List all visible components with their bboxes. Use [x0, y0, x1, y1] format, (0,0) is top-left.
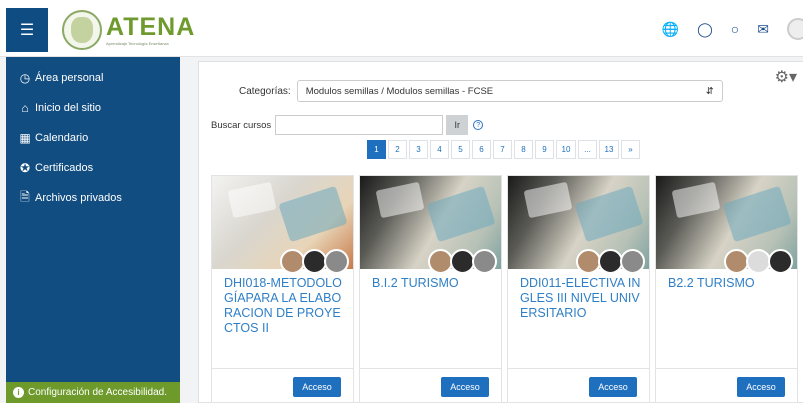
sidebar-item-label: Certificados — [35, 162, 94, 174]
sidebar-item-label: Área personal — [35, 72, 104, 84]
page-link[interactable]: 7 — [493, 140, 512, 159]
page-link[interactable]: 8 — [514, 140, 533, 159]
course-card: B2.2 TURISMO Acceso — [655, 175, 798, 403]
access-button[interactable]: Acceso — [441, 377, 489, 397]
course-card: B.I.2 TURISMO Acceso — [359, 175, 502, 403]
access-button[interactable]: Acceso — [293, 377, 341, 397]
accessibility-settings-bar[interactable]: i Configuración de Accesibilidad. — [6, 382, 180, 403]
sidebar-item-certificados[interactable]: ✪ Certificados — [6, 153, 180, 183]
course-card: DDI011-ELECTIVA INGLES III NIVEL UNIVERS… — [507, 175, 650, 403]
card-footer: Acceso — [656, 368, 797, 402]
logo-title: ATENA — [106, 12, 196, 41]
search-label: Buscar cursos — [211, 119, 272, 131]
next-page-link[interactable]: » — [621, 140, 640, 159]
page-link[interactable]: 5 — [451, 140, 470, 159]
gear-icon[interactable]: ⚙▾ — [775, 67, 797, 87]
chevron-updown-icon: ⇵ — [705, 85, 714, 97]
page-link[interactable]: 13 — [599, 140, 619, 159]
user-avatar[interactable] — [787, 18, 803, 40]
site-logo[interactable]: ATENA Aprendizaje Tecnología Enseñanza — [62, 10, 195, 50]
access-button[interactable]: Acceso — [737, 377, 785, 397]
sidebar-item-archivos[interactable]: 🗎 Archivos privados — [6, 183, 180, 213]
top-navbar: ☰ ATENA Aprendizaje Tecnología Enseñanza… — [0, 0, 803, 57]
sidebar-item-calendario[interactable]: ▦ Calendario — [6, 123, 180, 153]
search-button[interactable]: Ir — [446, 115, 469, 135]
menu-toggle-button[interactable]: ☰ — [6, 8, 48, 52]
page-ellipsis: ... — [578, 140, 597, 159]
search-input[interactable] — [275, 115, 444, 135]
calendar-icon: ▦ — [19, 131, 31, 145]
sidebar-item-area-personal[interactable]: ◷ Área personal — [6, 63, 180, 93]
page-link[interactable]: 6 — [472, 140, 491, 159]
page-link[interactable]: 2 — [388, 140, 407, 159]
teacher-avatar[interactable] — [620, 249, 645, 274]
certificate-icon: ✪ — [19, 161, 31, 175]
globe-icon[interactable]: 🌐 — [662, 21, 679, 38]
sidebar-item-label: Calendario — [35, 132, 89, 144]
sidebar-item-inicio[interactable]: ⌂ Inicio del sitio — [6, 93, 180, 123]
category-label: Categorías: — [239, 85, 291, 97]
teacher-avatar[interactable] — [472, 249, 497, 274]
category-select[interactable]: Modulos semillas / Modulos semillas - FC… — [296, 80, 723, 102]
card-footer: Acceso — [360, 368, 501, 402]
logo-tagline: Aprendizaje Tecnología Enseñanza — [106, 40, 169, 46]
course-title-link[interactable]: DHI018-METODOLOGÍAPARA LA ELABORACION DE… — [224, 276, 349, 336]
sidebar-item-label: Inicio del sitio — [35, 102, 102, 114]
course-title-link[interactable]: B.I.2 TURISMO — [372, 276, 497, 291]
card-footer: Acceso — [508, 368, 649, 402]
search-row: Buscar cursos Ir ? — [211, 115, 484, 135]
page-link[interactable]: 1 — [367, 140, 386, 159]
course-list: DHI018-METODOLOGÍAPARA LA ELABORACION DE… — [211, 175, 798, 403]
accessibility-label: Configuración de Accesibilidad. — [28, 387, 167, 398]
page-link[interactable]: 10 — [556, 140, 576, 159]
category-value: Modulos semillas / Modulos semillas - FC… — [305, 85, 494, 97]
files-icon: 🗎 — [20, 189, 30, 204]
home-icon: ⌂ — [21, 101, 29, 115]
teacher-avatar[interactable] — [768, 249, 793, 274]
teacher-avatars — [724, 249, 793, 274]
pagination: 1 2 3 4 5 6 7 8 9 10 ... 13 » — [367, 140, 640, 159]
page-link[interactable]: 4 — [430, 140, 449, 159]
logo-emblem-icon — [62, 10, 102, 50]
course-card: DHI018-METODOLOGÍAPARA LA ELABORACION DE… — [211, 175, 354, 403]
main-content: ⚙▾ Categorías: Modulos semillas / Modulo… — [198, 61, 803, 403]
teacher-avatar[interactable] — [324, 249, 349, 274]
info-icon: i — [13, 387, 24, 398]
course-title-link[interactable]: DDI011-ELECTIVA INGLES III NIVEL UNIVERS… — [520, 276, 645, 321]
chat-icon[interactable]: ○ — [731, 21, 739, 37]
mail-icon[interactable]: ✉ — [757, 21, 769, 38]
category-row: Categorías: Modulos semillas / Modulos s… — [239, 80, 723, 102]
course-title-link[interactable]: B2.2 TURISMO — [668, 276, 793, 291]
card-footer: Acceso — [212, 368, 353, 402]
dashboard-icon: ◷ — [19, 71, 31, 85]
help-icon[interactable]: ? — [473, 120, 484, 130]
sidebar: ◷ Área personal ⌂ Inicio del sitio ▦ Cal… — [6, 57, 180, 403]
page-link[interactable]: 3 — [409, 140, 428, 159]
bell-icon[interactable]: ◯ — [697, 21, 713, 38]
sidebar-item-label: Archivos privados — [35, 192, 122, 204]
hamburger-icon: ☰ — [19, 22, 35, 39]
teacher-avatars — [280, 249, 349, 274]
teacher-avatars — [428, 249, 497, 274]
page-link[interactable]: 9 — [535, 140, 554, 159]
teacher-avatars — [576, 249, 645, 274]
access-button[interactable]: Acceso — [589, 377, 637, 397]
